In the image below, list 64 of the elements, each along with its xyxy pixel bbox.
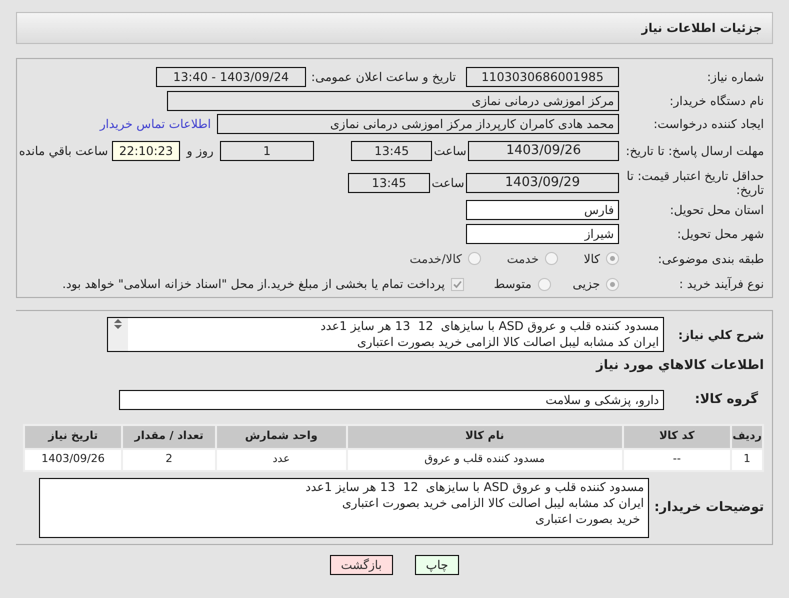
field-label: تاریخ و ساعت اعلان عمومی: [310, 68, 457, 86]
field-label: توضیحات خریدار: [653, 498, 764, 517]
field-label: گروه کالا: [694, 390, 759, 409]
field-label: شرح کلي نياز: [677, 326, 764, 344]
column-header: تعداد / مقدار [122, 424, 216, 448]
field-label: ساعت [432, 143, 468, 160]
field-label: روز و [185, 143, 215, 160]
column-header: واحد شمارش [216, 424, 347, 448]
radio-label: کالا [584, 250, 600, 268]
radio-label: خدمت [506, 250, 539, 268]
back-button[interactable]: بازگشت [330, 554, 393, 574]
field-label: شماره نیاز: [706, 68, 764, 86]
checkbox[interactable] [450, 278, 464, 291]
buyer-notes-text: مسدود کننده قلب و عروق ASD با سایزهای 12 13 هر سایز 1عدد ایران کد مشابه لیبل اصالت کالا الزامی خرید بصورت اعتباری خرید بصورت اعتباری [304, 478, 644, 526]
table-cell: 1403/09/26 [24, 448, 122, 470]
column-header: کد کالا [622, 424, 732, 448]
field-value: 1403/09/24 - 13:40 [156, 66, 306, 87]
field-value: دارو، پزشکی و سلامت [119, 390, 664, 410]
field-label: نوع فرآیند خرید : [678, 276, 764, 294]
table-cell: عدد [216, 448, 347, 470]
remaining-time: 22:10:23 [112, 141, 180, 162]
page-title: جزئیات اطلاعات نیاز [641, 20, 762, 37]
buyer-notes-textarea[interactable]: مسدود کننده قلب و عروق ASD با سایزهای 12 13 هر سایز 1عدد ایران کد مشابه لیبل اصالت کالا الزامی خرید بصورت اعتباری خرید بصورت اعتباری [39, 478, 649, 538]
field-label: مهلت ارسال پاسخ: تا تاریخ: [624, 144, 764, 158]
radio-button[interactable] [606, 278, 619, 291]
radio-label: کالا/خدمت [410, 250, 462, 268]
description-textarea[interactable]: مسدود کننده قلب و عروق ASD با سایزهای 12 13 هر سایز 1عدد ایران کد مشابه لیبل اصالت کالا الزامی خرید بصورت اعتباری [107, 317, 664, 352]
field-value: 1403/09/26 [468, 141, 619, 162]
field-label: ساعت باقي مانده [18, 143, 109, 160]
scroll-arrows-icon[interactable] [113, 318, 123, 330]
radio-button[interactable] [468, 252, 481, 266]
field-label: حداقل تاریخ اعتبار قیمت: تا تاریخ: [626, 168, 764, 197]
column-header: ردیف [731, 424, 763, 448]
field-value: 1 [220, 141, 314, 162]
field-label: ساعت [430, 174, 466, 192]
table-cell: -- [622, 448, 732, 470]
checkbox-label: پرداخت تمام یا بخشی از مبلغ خرید.از محل "اسناد خزانه اسلامی" خواهد بود. [62, 276, 445, 294]
field-value: محمد هادی کامران کارپرداز مرکز اموزشی درمانی نمازی [217, 114, 619, 134]
description-text: مسدود کننده قلب و عروق ASD با سایزهای 12 13 هر سایز 1عدد ایران کد مشابه لیبل اصالت کالا الزامی خرید بصورت اعتباری [320, 318, 659, 351]
field-label: استان محل تحویل: [668, 202, 764, 220]
table-cell: 2 [122, 448, 216, 470]
field-value: 13:45 [351, 141, 432, 162]
print-button[interactable]: چاپ [414, 554, 460, 574]
field-value: 13:45 [348, 172, 430, 193]
field-label: ایجاد کننده درخواست: [652, 116, 764, 133]
field-value: فارس [466, 200, 619, 220]
field-label: شهر محل تحویل: [676, 226, 764, 244]
table-cell: 1 [731, 448, 763, 470]
column-header: تاریخ نیاز [24, 424, 122, 448]
field-value: شیراز [466, 224, 619, 244]
section-heading: اطلاعات کالاهاي مورد نياز [594, 357, 764, 375]
radio-label: متوسط [494, 276, 532, 294]
radio-button[interactable] [538, 278, 551, 291]
column-header: نام کالا [346, 424, 623, 448]
field-label: طبقه بندی موضوعی: [656, 250, 764, 268]
radio-button[interactable] [606, 252, 619, 266]
radio-label: جزیی [572, 276, 600, 294]
field-value: مرکز اموزشی درمانی نمازی [167, 91, 619, 112]
field-label: نام دستگاه خریدار: [668, 93, 764, 110]
table-cell: مسدود کننده قلب و عروق [346, 448, 623, 470]
buyer-contact-link[interactable]: اطلاعات تماس خریدار [100, 114, 211, 133]
radio-button[interactable] [544, 252, 558, 266]
field-value: 1103030686001985 [466, 66, 619, 87]
field-value: 1403/09/29 [466, 172, 619, 193]
